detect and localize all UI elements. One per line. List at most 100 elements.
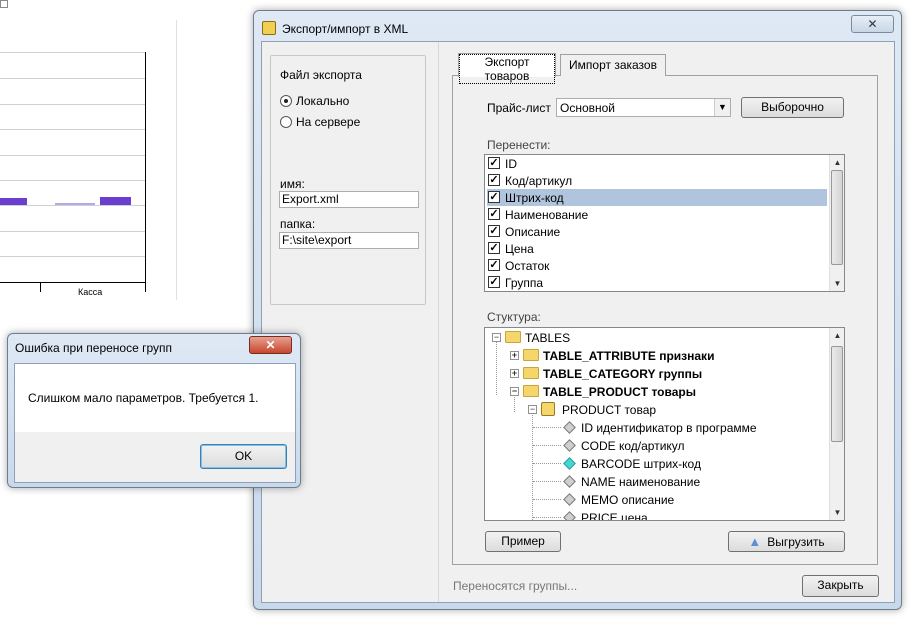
field-diamond-icon	[563, 439, 576, 452]
app-icon	[262, 21, 276, 35]
scroll-thumb[interactable]	[831, 170, 843, 265]
tree-line	[533, 445, 561, 446]
upload-button[interactable]: ▲ Выгрузить	[728, 531, 845, 552]
chart-gridline	[0, 78, 145, 79]
transfer-item-stock[interactable]: ✓ Остаток	[487, 257, 827, 274]
scroll-up-icon[interactable]: ▲	[830, 155, 844, 170]
transfer-item-price[interactable]: ✓ Цена	[487, 240, 827, 257]
tree-line	[533, 499, 561, 500]
checkbox[interactable]: ✓	[488, 191, 500, 203]
panel-divider	[438, 42, 439, 602]
transfer-item-label: Наименование	[505, 208, 589, 222]
transfer-item-name[interactable]: ✓ Наименование	[487, 206, 827, 223]
chart-gridline	[0, 231, 145, 232]
scroll-up-icon[interactable]: ▲	[830, 328, 844, 343]
price-list-combo[interactable]: Основной ▼	[556, 98, 731, 117]
transfer-item-id[interactable]: ✓ ID	[487, 155, 827, 172]
folder-label: папка:	[280, 217, 316, 231]
checkbox[interactable]: ✓	[488, 174, 500, 186]
tree-node-label: TABLE_ATTRIBUTE признаки	[543, 349, 715, 363]
transfer-item-label: Группа	[505, 276, 544, 290]
transfer-item-group[interactable]: ✓ Группа	[487, 274, 827, 291]
arrow-up-icon: ▲	[748, 534, 762, 549]
expand-icon[interactable]: +	[510, 369, 519, 378]
name-input[interactable]: Export.xml	[279, 191, 419, 208]
folder-icon	[523, 349, 539, 361]
transfer-item-label: Код/артикул	[505, 174, 573, 188]
tab-import-orders[interactable]: Импорт заказов	[560, 54, 666, 76]
chart-gridline	[0, 205, 145, 206]
expand-icon[interactable]: +	[510, 351, 519, 360]
error-message: Слишком мало параметров. Требуется 1.	[28, 391, 259, 405]
error-dialog-client: Слишком мало параметров. Требуется 1. OK	[14, 363, 296, 483]
chart-bar	[100, 197, 131, 205]
chart-bar	[55, 203, 95, 205]
tree-line	[533, 427, 561, 428]
checkbox[interactable]: ✓	[488, 208, 500, 220]
ok-button[interactable]: OK	[200, 444, 287, 469]
example-button[interactable]: Пример	[485, 531, 561, 552]
price-list-label: Прайс-лист	[487, 101, 551, 115]
structure-tree[interactable]: − TABLES + TABLE_ATTRIBUTE признаки + TA…	[484, 327, 845, 521]
folder-icon	[505, 331, 521, 343]
chart-x-axis	[0, 282, 146, 283]
tree-line	[533, 481, 561, 482]
tree-line	[533, 463, 561, 464]
transfer-item-label: Остаток	[505, 259, 550, 273]
transfer-item-code[interactable]: ✓ Код/артикул	[487, 172, 827, 189]
radio-server-label[interactable]: На сервере	[296, 115, 360, 129]
folder-icon	[523, 367, 539, 379]
tab-export-products[interactable]: Экспорт товаров	[458, 53, 556, 84]
selective-button[interactable]: Выборочно	[741, 97, 844, 118]
chart-gridline	[0, 256, 145, 257]
chart-gridline	[0, 129, 145, 130]
status-text: Переносятся группы...	[453, 579, 578, 593]
dialog-close-button[interactable]: ✕	[851, 15, 894, 33]
chart-gridline	[0, 180, 145, 181]
chart-border	[176, 20, 177, 300]
tree-line	[533, 517, 561, 518]
scroll-down-icon[interactable]: ▼	[830, 505, 844, 520]
checkbox[interactable]: ✓	[488, 157, 500, 169]
tab-export-products-label: Экспорт товаров	[459, 54, 555, 84]
error-dialog-title: Ошибка при переносе групп	[15, 341, 173, 355]
chevron-down-icon[interactable]: ▼	[714, 99, 730, 116]
transfer-checklist[interactable]: ✓ ID ✓ Код/артикул ✓ Штрих-код ✓ Наименовани…	[484, 154, 845, 292]
export-import-dialog: Экспорт/импорт в XML ✕ Файл экспорта Лок…	[253, 10, 902, 610]
close-button[interactable]: Закрыть	[802, 575, 879, 597]
tree-scrollbar[interactable]: ▲ ▼	[829, 328, 844, 520]
error-dialog-close-button[interactable]: ✕	[249, 336, 292, 354]
transfer-item-label: Штрих-код	[505, 191, 564, 205]
folder-icon	[523, 385, 539, 397]
tree-node-label: TABLES	[525, 331, 571, 345]
tree-line	[532, 412, 533, 520]
structure-label: Стуктура:	[487, 310, 541, 324]
tree-field-label: MEMO описание	[581, 493, 675, 507]
radio-server[interactable]	[280, 116, 292, 128]
tree-field-label: NAME наименование	[581, 475, 701, 489]
chart-gridline	[0, 52, 145, 53]
scroll-down-icon[interactable]: ▼	[830, 276, 844, 291]
collapse-icon[interactable]: −	[492, 333, 501, 342]
checkbox[interactable]: ✓	[488, 225, 500, 237]
chart-gridline	[0, 155, 145, 156]
radio-local-label[interactable]: Локально	[296, 94, 349, 108]
tree-line	[496, 340, 497, 395]
transfer-item-description[interactable]: ✓ Описание	[487, 223, 827, 240]
error-dialog: Ошибка при переносе групп ✕ Слишком мало…	[7, 333, 301, 488]
checkbox[interactable]: ✓	[488, 242, 500, 254]
radio-local[interactable]	[280, 95, 292, 107]
tree-node-label: TABLE_CATEGORY группы	[543, 367, 703, 381]
transfer-scrollbar[interactable]: ▲ ▼	[829, 155, 844, 291]
checkbox[interactable]: ✓	[488, 276, 500, 288]
folder-input[interactable]: F:\site\export	[279, 232, 419, 249]
checkbox[interactable]: ✓	[488, 259, 500, 271]
chart-gridline	[0, 104, 145, 105]
transfer-label: Перенести:	[487, 138, 551, 152]
collapse-icon[interactable]: −	[528, 405, 537, 414]
scroll-thumb[interactable]	[831, 346, 843, 442]
transfer-item-barcode[interactable]: ✓ Штрих-код	[487, 189, 827, 206]
transfer-item-label: Описание	[505, 225, 561, 239]
collapse-icon[interactable]: −	[510, 387, 519, 396]
field-diamond-icon	[563, 493, 576, 506]
